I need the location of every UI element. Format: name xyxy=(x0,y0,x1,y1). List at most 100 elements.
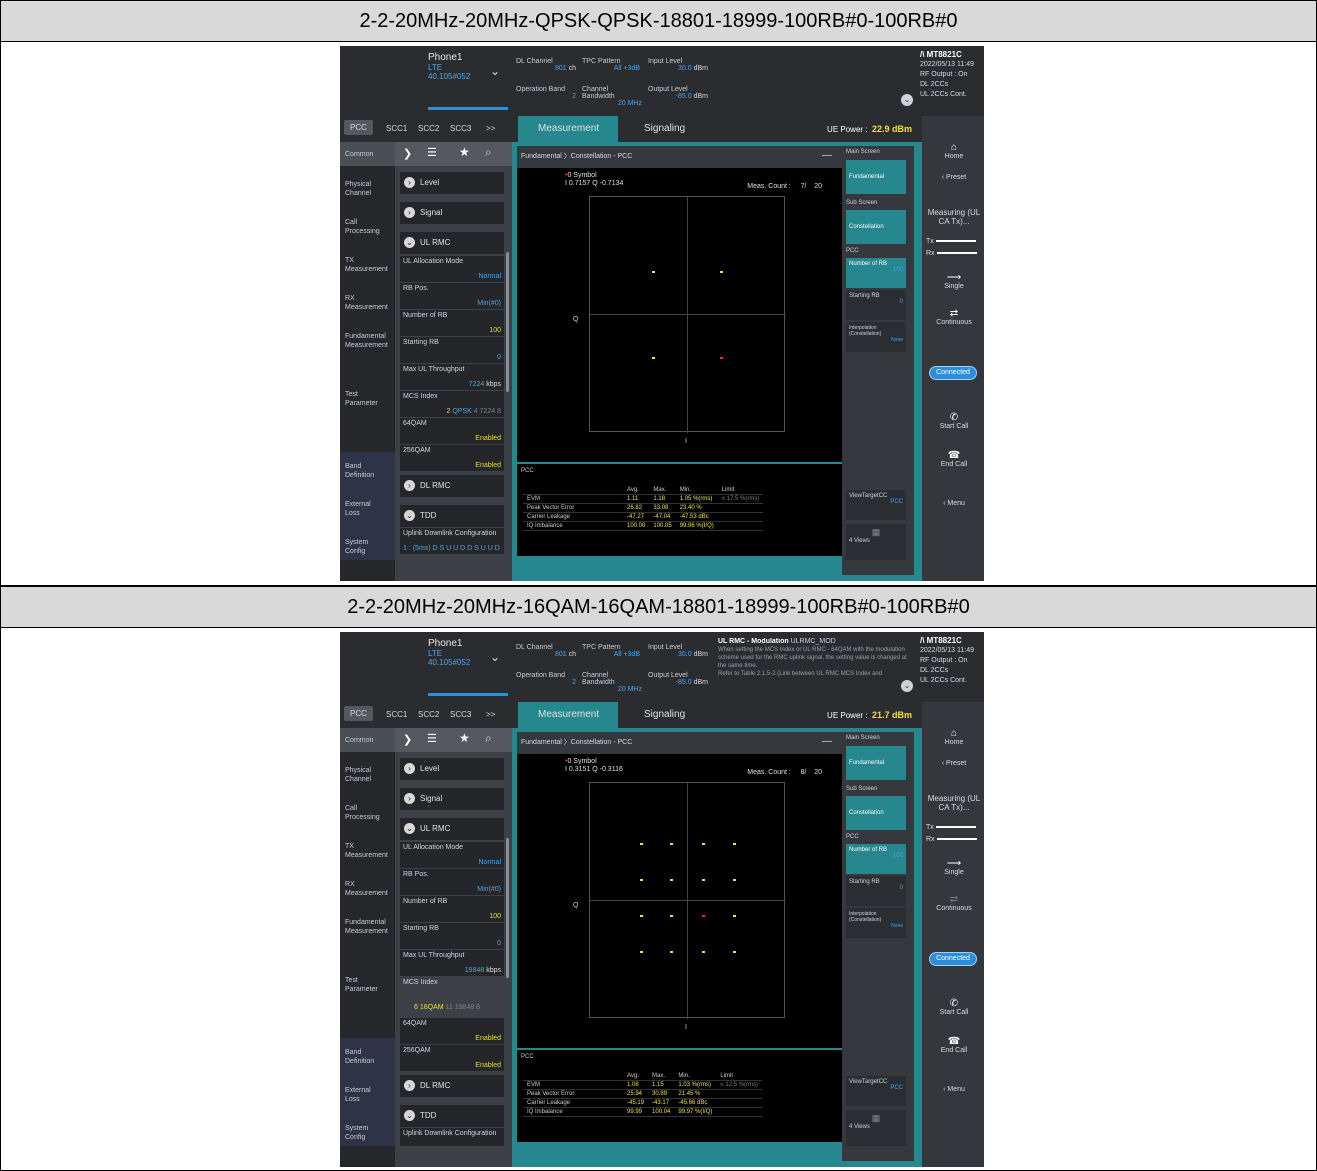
num-rb-setting[interactable]: Number of RB 100 xyxy=(846,258,906,288)
fundamental-button[interactable]: Fundamental xyxy=(846,746,906,780)
nav-common[interactable]: Common xyxy=(345,736,373,745)
nav-fundamental-measurement[interactable]: Fundamental Measurement xyxy=(345,918,395,936)
search-icon[interactable]: ⌕ xyxy=(485,731,492,746)
uldl-row[interactable]: Uplink Downlink Configuration xyxy=(400,1128,504,1146)
nav-band-definition[interactable]: Band Definition xyxy=(345,1048,385,1066)
ul-rmc-button[interactable]: ⌄ UL RMC xyxy=(400,232,504,254)
star-icon[interactable]: ★ xyxy=(459,145,470,159)
chevron-down-icon[interactable]: ⌄ xyxy=(490,650,500,664)
qam64-row[interactable]: 64QAM Enabled xyxy=(400,1018,504,1044)
nav-fundamental-measurement[interactable]: Fundamental Measurement xyxy=(345,332,395,350)
phone-selector[interactable]: Phone1 LTE 40.105#052 xyxy=(428,52,518,110)
home-button[interactable]: ⌂ Home xyxy=(926,728,982,746)
qam256-row[interactable]: 256QAM Enabled xyxy=(400,1045,504,1071)
nav-common[interactable]: Common xyxy=(345,150,373,159)
star-icon[interactable]: ★ xyxy=(459,731,470,745)
nav-tx-measurement[interactable]: TX Measurement xyxy=(345,842,393,860)
nav-system-config[interactable]: System Config xyxy=(345,538,385,556)
home-button[interactable]: ⌂ Home xyxy=(926,142,982,160)
menu-button[interactable]: ‹ Menu xyxy=(926,1086,982,1093)
tab-signaling[interactable]: Signaling xyxy=(624,116,705,142)
minimize-icon[interactable]: — xyxy=(822,736,832,747)
phone-selector[interactable]: Phone1 LTE 40.105#052 xyxy=(428,638,518,696)
qam64-row[interactable]: 64QAM Enabled xyxy=(400,418,504,444)
start-call-button[interactable]: ✆ Start Call xyxy=(926,412,982,430)
tab-scc3[interactable]: SCC3 xyxy=(450,124,471,133)
rb-pos-row[interactable]: RB Pos. Min(#0) xyxy=(400,283,504,309)
nav-tx-measurement[interactable]: TX Measurement xyxy=(345,256,393,274)
bandwidth-param[interactable]: Channel Bandwidth 20 MHz xyxy=(582,672,642,693)
continuous-button[interactable]: ⇄ Continuous xyxy=(926,894,982,912)
connected-button[interactable]: Connected xyxy=(929,366,977,380)
dl-rmc-button[interactable]: › DL RMC xyxy=(400,475,504,497)
nav-external-loss[interactable]: External Loss xyxy=(345,1086,385,1104)
nrb-row[interactable]: Number of RB 100 xyxy=(400,310,504,336)
start-rb-setting[interactable]: Starting RB 0 xyxy=(846,290,906,320)
ul-alloc-row[interactable]: UL Allocation Mode Normal xyxy=(400,256,504,282)
tab-measurement[interactable]: Measurement xyxy=(518,116,618,142)
tab-scc3[interactable]: SCC3 xyxy=(450,710,471,719)
mcs-row[interactable]: MCS Index 2 QPSK 4 7224 8 xyxy=(400,391,504,417)
search-icon[interactable]: ⌕ xyxy=(485,145,492,160)
chevron-down-icon[interactable]: ⌄ xyxy=(490,64,500,78)
level-button[interactable]: › Level xyxy=(400,758,504,780)
dl-channel-param[interactable]: DL Channel 801 ch xyxy=(516,58,576,72)
single-button[interactable]: ⟶ Single xyxy=(926,858,982,876)
viewtarget-setting[interactable]: ViewTargetCC PCC xyxy=(846,490,906,520)
tpc-param[interactable]: TPC Pattern All +3dB xyxy=(582,644,640,658)
preset-button[interactable]: ‹ Preset xyxy=(926,760,982,767)
nav-physical-channel[interactable]: Physical Channel xyxy=(345,766,385,784)
tab-pcc[interactable]: PCC xyxy=(344,706,373,721)
start-call-button[interactable]: ✆ Start Call xyxy=(926,998,982,1016)
nav-call-processing[interactable]: Call Processing xyxy=(345,218,385,236)
output-level-param[interactable]: Output Level -85.0 dBm xyxy=(648,86,708,100)
dl-channel-param[interactable]: DL Channel 801 ch xyxy=(516,644,576,658)
tdd-button[interactable]: ⌄ TDD xyxy=(400,505,504,527)
menu-button[interactable]: ‹ Menu xyxy=(926,500,982,507)
srb-row[interactable]: Starting RB 0 xyxy=(400,337,504,363)
constellation-button[interactable]: Constellation xyxy=(846,796,906,830)
nav-rx-measurement[interactable]: RX Measurement xyxy=(345,294,393,312)
tab-more[interactable]: >> xyxy=(486,710,495,719)
arrow-circle-icon[interactable]: ❯ xyxy=(403,733,412,746)
tab-pcc[interactable]: PCC xyxy=(344,120,373,135)
nav-test-parameter[interactable]: Test Parameter xyxy=(345,390,385,408)
opband-param[interactable]: Operation Band 2 xyxy=(516,86,576,100)
srb-row[interactable]: Starting RB 0 xyxy=(400,923,504,949)
viewtarget-setting[interactable]: ViewTargetCC PCC xyxy=(846,1076,906,1106)
minimize-icon[interactable]: — xyxy=(822,150,832,161)
opband-param[interactable]: Operation Band 2 xyxy=(516,672,576,686)
tab-more[interactable]: >> xyxy=(486,124,495,133)
tab-scc2[interactable]: SCC2 xyxy=(418,710,439,719)
start-rb-setting[interactable]: Starting RB 0 xyxy=(846,876,906,906)
mcs-row[interactable]: MCS Index 6 16QAM 11 19848 8 xyxy=(400,977,504,1017)
nav-test-parameter[interactable]: Test Parameter xyxy=(345,976,385,994)
tdd-button[interactable]: ⌄ TDD xyxy=(400,1105,504,1127)
fundamental-button[interactable]: Fundamental xyxy=(846,160,906,194)
tab-scc1[interactable]: SCC1 xyxy=(386,710,407,719)
tpc-param[interactable]: TPC Pattern All +3dB xyxy=(582,58,640,72)
views-button[interactable]: ▦ 4 Views xyxy=(846,524,906,560)
nav-band-definition[interactable]: Band Definition xyxy=(345,462,385,480)
qam256-row[interactable]: 256QAM Enabled xyxy=(400,445,504,471)
dl-rmc-button[interactable]: › DL RMC xyxy=(400,1075,504,1097)
output-level-param[interactable]: Output Level -85.0 dBm xyxy=(648,672,708,686)
ul-alloc-row[interactable]: UL Allocation Mode Normal xyxy=(400,842,504,868)
nrb-row[interactable]: Number of RB 100 xyxy=(400,896,504,922)
nav-system-config[interactable]: System Config xyxy=(345,1124,385,1142)
tab-signaling[interactable]: Signaling xyxy=(624,702,705,728)
end-call-button[interactable]: ☎ End Call xyxy=(926,450,982,468)
list-icon[interactable]: ☰ xyxy=(427,732,437,745)
ul-rmc-button[interactable]: ⌄ UL RMC xyxy=(400,818,504,840)
bandwidth-param[interactable]: Channel Bandwidth 20 MHz xyxy=(582,86,642,107)
input-level-param[interactable]: Input Level 30.0 dBm xyxy=(648,58,708,72)
num-rb-setting[interactable]: Number of RB 100 xyxy=(846,844,906,874)
constellation-button[interactable]: Constellation xyxy=(846,210,906,244)
interp-setting[interactable]: Interpolation (Constellation) None xyxy=(846,908,906,938)
rb-pos-row[interactable]: RB Pos. Min(#0) xyxy=(400,869,504,895)
level-button[interactable]: › Level xyxy=(400,172,504,194)
nav-external-loss[interactable]: External Loss xyxy=(345,500,385,518)
single-button[interactable]: ⟶ Single xyxy=(926,272,982,290)
expand-icon[interactable]: ⌄ xyxy=(901,680,913,692)
connected-button[interactable]: Connected xyxy=(929,952,977,966)
